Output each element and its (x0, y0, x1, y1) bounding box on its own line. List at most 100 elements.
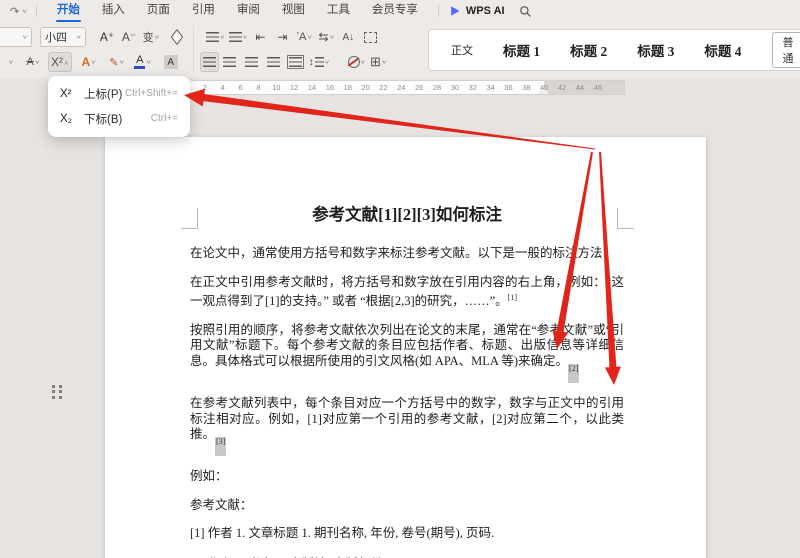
paragraph-text: 按照引用的顺序，将参考文献依次列出在论文的末尾，通常在“参考文献”或“引用文献”… (190, 322, 624, 368)
group-divider (193, 26, 194, 72)
document-title[interactable]: 参考文献[1][2][3]如何标注 (190, 201, 624, 225)
shading-color-button[interactable]: ˅ (345, 52, 367, 72)
chevron-down-icon: ˅ (119, 58, 125, 66)
font-color-button[interactable]: A ˅ (132, 52, 154, 72)
font-size-combo[interactable]: 小四 ˅ (40, 27, 86, 47)
borders-button[interactable]: ⊞ ˅ (367, 52, 389, 72)
chevron-down-icon: ˅ (242, 33, 248, 41)
chevron-down-icon: ˅ (76, 33, 81, 41)
superscript-icon: X² (60, 87, 72, 100)
strikethrough-button[interactable]: A ˅ (22, 52, 44, 72)
chevron-down-icon[interactable]: ˅ (22, 7, 27, 14)
menu-tab-2[interactable]: 页面 (136, 0, 181, 22)
paragraph-text: 参考文献： (190, 497, 253, 512)
text-direction-button[interactable]: ⇆ ˅ (315, 27, 337, 47)
increase-indent-button[interactable]: ⇥ (271, 27, 293, 47)
numbered-list-button[interactable]: ˅ (227, 27, 250, 47)
superscript-button[interactable]: X² ˅ (48, 52, 72, 72)
text-effects-button[interactable]: A ˅ (78, 52, 100, 72)
menu-tab-5[interactable]: 视图 (271, 0, 316, 22)
paragraph-6[interactable]: [1] 作者 1. 文章标题 1. 期刊名称, 年份, 卷号(期号), 页码. (190, 526, 624, 542)
align-center-button[interactable] (219, 52, 241, 72)
chevron-down-icon: ˅ (307, 33, 313, 41)
paragraph-text: 在论文中，通常使用方括号和数字来标注参考文献。以下是一般的标注方法： (190, 246, 616, 260)
distribute-button[interactable] (285, 52, 307, 72)
show-marks-button[interactable] (359, 27, 381, 47)
divider (35, 5, 37, 17)
style-item-2[interactable]: 标题 2 (570, 40, 607, 60)
char-shading-icon: A (163, 55, 178, 69)
align-right-button[interactable] (241, 52, 263, 72)
decrease-indent-button[interactable]: ⇤ (249, 27, 271, 47)
ruler-number: 46 (593, 83, 602, 92)
menu-tab-0[interactable]: 开始 (46, 0, 91, 22)
ruler-number: 16 (325, 83, 335, 92)
menu-item-shortcut: Ctrl+Shift+= (124, 88, 178, 99)
ruler-number: 44 (575, 83, 585, 92)
ruler-number: 34 (486, 83, 495, 92)
decrease-font-button[interactable]: A⁻ (118, 27, 140, 47)
sort-button[interactable]: A↓ (337, 27, 359, 47)
menu-tab-4[interactable]: 审阅 (226, 0, 271, 22)
paragraph-2[interactable]: 按照引用的顺序，将参考文献依次列出在论文的末尾，通常在“参考文献”或“引用文献”… (190, 323, 624, 383)
change-case-button[interactable]: ʼA ˅ (293, 27, 315, 47)
style-item-selected[interactable]: 普通 (771, 32, 800, 68)
menu-item-label: 下标(B) (84, 113, 123, 126)
ruler-number: 26 (415, 83, 424, 92)
ruler-number: 38 (522, 83, 531, 92)
menu-tab-7[interactable]: 会员专享 (361, 0, 429, 22)
paragraph-marks-icon (363, 31, 377, 43)
ruler-number: 6 (238, 83, 243, 92)
menu-item-superscript[interactable]: X² 上标(P) Ctrl+Shift+= (48, 81, 190, 106)
paragraph-4[interactable]: 例如： (190, 469, 624, 485)
style-item-0[interactable]: 正文 (451, 42, 473, 58)
ruler-number: 2 (202, 83, 207, 92)
document-page[interactable]: 参考文献[1][2][3]如何标注 在论文中，通常使用方括号和数字来标注参考文献… (105, 137, 706, 558)
chevron-down-icon: ˅ (8, 58, 14, 66)
search-button[interactable] (519, 5, 532, 18)
menu-tab-1[interactable]: 插入 (91, 0, 136, 22)
toolbar-row-1: ˅ 小四 ˅ A⁺ A⁻ 变 ˅ ˅ ˅ ⇤ ⇥ ʼA ˅ ⇆ ˅ A↓ (0, 26, 381, 48)
wps-ai-button[interactable]: WPS AI (466, 5, 505, 17)
align-left-icon (202, 57, 216, 67)
increase-font-button[interactable]: A⁺ (96, 27, 118, 47)
document-content[interactable]: 参考文献[1][2][3]如何标注 在论文中，通常使用方括号和数字来标注参考文献… (190, 201, 624, 558)
ruler-number: 22 (379, 83, 388, 92)
wps-writer-window: ↷ ˅ 开始 插入 页面 引用 审阅 视图 工具 会员专享 WPS AI ˅ 小四 ˅ A⁺ A… (0, 0, 800, 558)
ruler-number: 40 (540, 83, 549, 92)
line-spacing-button[interactable]: ↕ ˅ (307, 52, 332, 72)
align-justify-button[interactable] (263, 52, 285, 72)
paragraph-1[interactable]: 在正文中引用参考文献时，将方括号和数字放在引用内容的右上角，例如：“这一观点得到… (190, 275, 624, 310)
paragraph-5[interactable]: 参考文献： (190, 498, 624, 514)
style-item-3[interactable]: 标题 3 (637, 40, 674, 60)
chevron-up-icon[interactable]: ˅ (64, 58, 69, 65)
clear-format-button[interactable] (166, 27, 188, 47)
char-shading-button[interactable]: A (160, 52, 182, 72)
menu-item-subscript[interactable]: X₂ 下标(B) Ctrl+= (48, 106, 190, 131)
menu-tab-3[interactable]: 引用 (181, 0, 226, 22)
paragraph-0[interactable]: 在论文中，通常使用方括号和数字来标注参考文献。以下是一般的标注方法： (190, 246, 624, 262)
style-item-4[interactable]: 标题 4 (704, 40, 741, 60)
paragraph-drag-handle[interactable] (52, 385, 64, 400)
align-left-button[interactable] (199, 52, 219, 72)
menu-tab-6[interactable]: 工具 (316, 0, 361, 22)
menu-item-label: 上标(P) (84, 88, 123, 101)
text-convert-button[interactable]: 变 ˅ (140, 27, 162, 47)
bullet-list-button[interactable]: ˅ (204, 27, 227, 47)
paragraph-3[interactable]: 在参考文献列表中，每个条目对应一个方括号中的数字，数字与正文中的引用标注相对应。… (190, 396, 624, 457)
redo-icon[interactable]: ↷ (10, 5, 19, 18)
style-item-1[interactable]: 标题 1 (503, 40, 540, 60)
underline-button[interactable]: ˅ (0, 52, 22, 72)
toolbar-row-2: ˅ A ˅ X² ˅ A ˅ ✎ ˅ A ˅ A ↕ ˅ ˅ ⊞ ˅ (0, 51, 389, 73)
font-name-combo[interactable]: ˅ (0, 27, 32, 47)
ruler-number: 30 (450, 83, 460, 92)
ruler[interactable]: 2 4 6 8 10 12 14 16 18 20 22 24 26 28 30 32 34 36 38 40 42 44… (182, 80, 625, 95)
chevron-down-icon: ˅ (220, 33, 225, 41)
citation-superscript: [2] (568, 363, 580, 383)
highlight-pen-button[interactable]: ✎ ˅ (106, 52, 128, 72)
citation-superscript: [3] (215, 437, 227, 457)
ruler-number: 32 (468, 83, 477, 92)
ruler-number: 20 (361, 83, 370, 92)
ruler-number: 18 (343, 83, 352, 92)
line-spacing-icon (314, 57, 324, 67)
